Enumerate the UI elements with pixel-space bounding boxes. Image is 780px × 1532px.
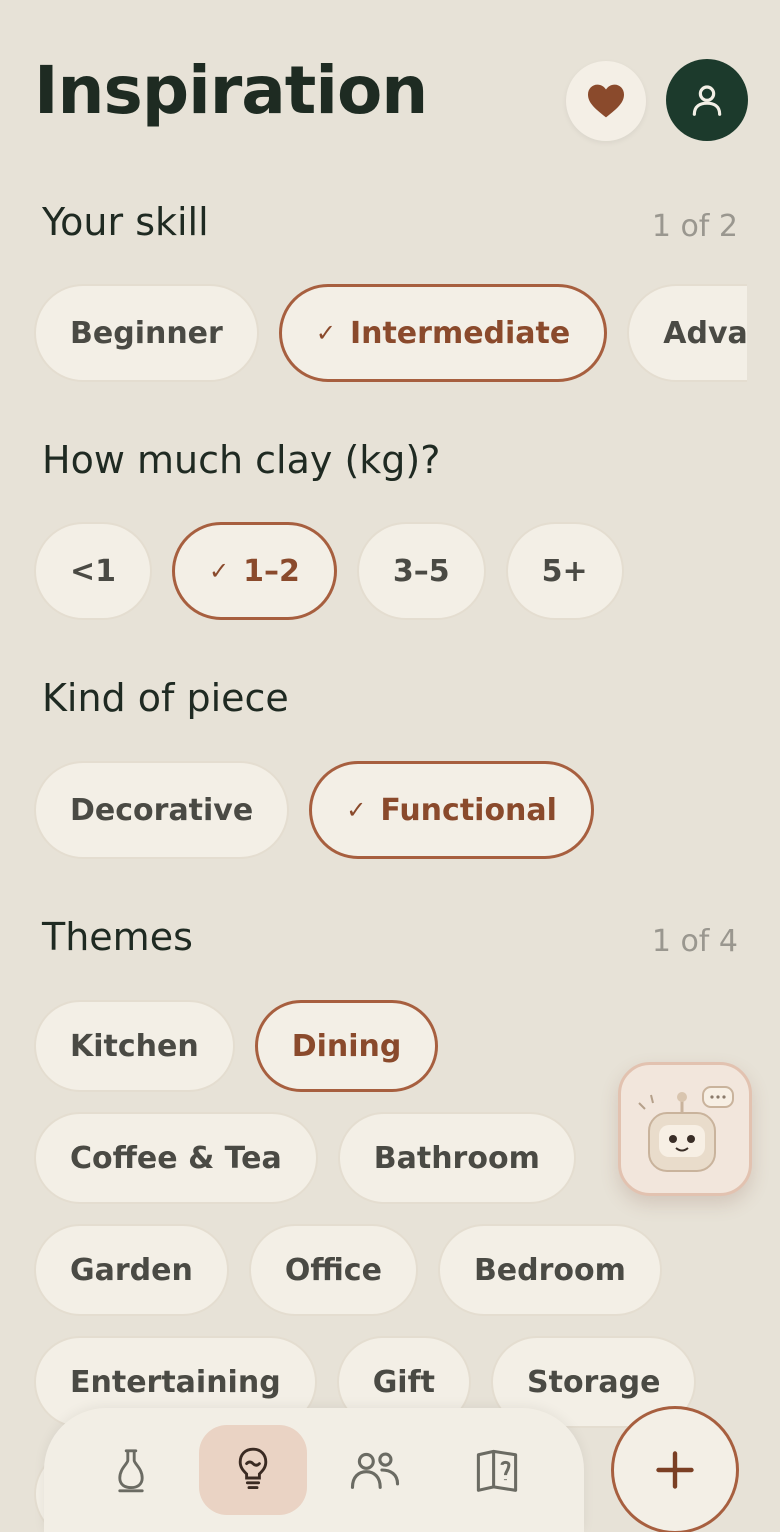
assistant-button[interactable] — [618, 1062, 752, 1196]
clay-options: <1 ✓ 1–2 3–5 5+ — [34, 522, 747, 620]
piece-options: Decorative ✓ Functional — [34, 761, 747, 859]
themes-section-title: Themes — [42, 915, 193, 959]
check-icon: ✓ — [315, 319, 336, 347]
lightbulb-icon — [238, 1447, 268, 1490]
community-icon — [350, 1452, 400, 1489]
clay-chip-label: 1–2 — [243, 553, 300, 589]
themes-chip[interactable]: Dining — [254, 1000, 439, 1092]
nav-item-studio[interactable] — [77, 1425, 185, 1515]
clay-chip-label: 3–5 — [392, 553, 450, 589]
nav-item-inspiration[interactable] — [199, 1425, 307, 1515]
clay-chip[interactable]: 5+ — [505, 522, 624, 620]
piece-chip[interactable]: Decorative — [34, 761, 290, 859]
themes-chip[interactable]: Office — [248, 1224, 418, 1316]
themes-chip-label: Gift — [372, 1364, 435, 1400]
piece-section-title: Kind of piece — [42, 676, 289, 720]
themes-chip-label: Kitchen — [70, 1028, 199, 1064]
piece-chip[interactable]: ✓ Functional — [309, 761, 594, 859]
robot-assistant-icon — [638, 1086, 734, 1172]
skill-chip-label: Intermediate — [349, 315, 571, 351]
user-icon — [692, 85, 722, 116]
book-icon — [476, 1449, 518, 1492]
themes-chip[interactable]: Garden — [34, 1224, 229, 1316]
check-icon: ✓ — [346, 796, 367, 824]
vase-icon — [118, 1449, 144, 1493]
themes-chip[interactable]: Coffee & Tea — [34, 1112, 318, 1204]
clay-chip-label: <1 — [70, 553, 117, 589]
themes-chip-label: Garden — [70, 1252, 193, 1288]
bottom-nav — [44, 1408, 584, 1532]
themes-chip-label: Storage — [527, 1364, 661, 1400]
skill-chip[interactable]: Advanced — [627, 284, 747, 382]
skill-chip-label: Beginner — [70, 315, 223, 351]
themes-chip[interactable]: Bedroom — [437, 1224, 662, 1316]
themes-chip-label: Coffee & Tea — [70, 1140, 282, 1176]
piece-chip-label: Decorative — [70, 792, 254, 828]
clay-chip[interactable]: <1 — [34, 522, 153, 620]
themes-chip-label: Entertaining — [70, 1364, 281, 1400]
skill-chip-label: Advanced — [663, 315, 747, 351]
clay-chip-label: 5+ — [541, 553, 588, 589]
themes-chip-label: Bedroom — [473, 1252, 626, 1288]
plus-icon — [656, 1451, 694, 1489]
heart-icon — [588, 84, 624, 118]
skill-section-title: Your skill — [42, 200, 209, 244]
clay-chip[interactable]: ✓ 1–2 — [172, 522, 337, 620]
clay-chip[interactable]: 3–5 — [356, 522, 486, 620]
check-icon: ✓ — [209, 557, 230, 585]
piece-chip-label: Functional — [380, 792, 557, 828]
themes-chip-label: Dining — [291, 1028, 402, 1064]
profile-button[interactable] — [666, 59, 748, 141]
skill-chip[interactable]: Beginner — [34, 284, 259, 382]
themes-chip-label: Office — [284, 1252, 382, 1288]
skill-chip[interactable]: ✓ Intermediate — [278, 284, 608, 382]
themes-counter: 1 of 4 — [651, 924, 738, 959]
themes-chip[interactable]: Kitchen — [34, 1000, 235, 1092]
themes-chip[interactable]: Bathroom — [337, 1112, 576, 1204]
nav-item-library[interactable] — [443, 1425, 551, 1515]
add-button[interactable] — [611, 1406, 739, 1532]
favorites-button[interactable] — [566, 61, 646, 141]
skill-options: Beginner ✓ Intermediate Advanced — [34, 284, 747, 382]
page-title: Inspiration — [34, 52, 428, 129]
nav-item-community[interactable] — [321, 1425, 429, 1515]
clay-section-title: How much clay (kg)? — [42, 438, 441, 482]
skill-counter: 1 of 2 — [651, 209, 738, 244]
themes-chip-label: Bathroom — [373, 1140, 540, 1176]
